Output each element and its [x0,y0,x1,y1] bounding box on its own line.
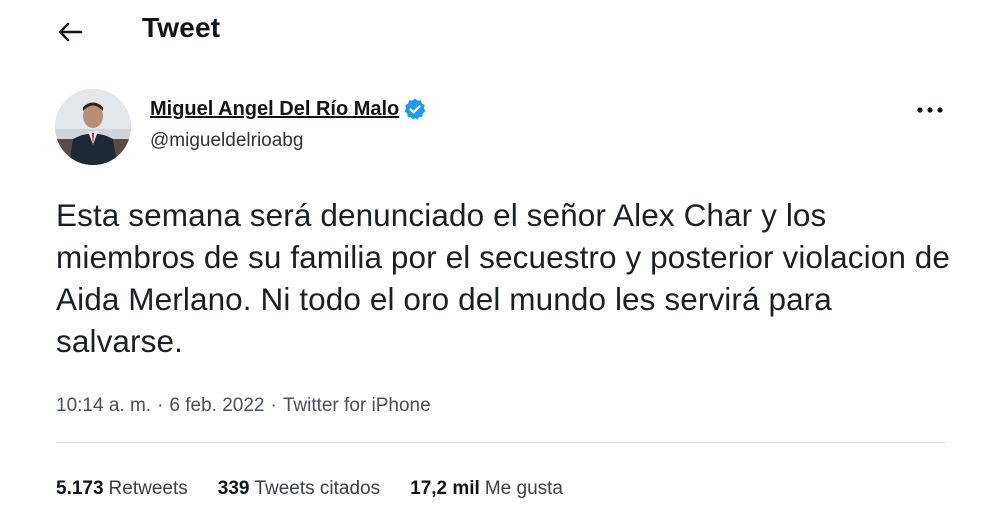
tweet-stats: 5.173 Retweets 339 Tweets citados 17,2 m… [56,478,563,500]
divider [56,442,946,443]
quote-tweets-stat[interactable]: 339 Tweets citados [218,478,380,500]
back-button[interactable] [52,14,88,50]
page-title: Tweet [142,12,221,43]
likes-count: 17,2 mil [410,478,480,499]
profile-photo [55,89,131,165]
likes-label: Me gusta [484,478,563,499]
verified-badge-icon [403,97,427,121]
tweet-date[interactable]: 6 feb. 2022 [169,395,264,417]
top-bar: Tweet [0,0,1000,60]
tweet-time[interactable]: 10:14 a. m. [56,395,151,417]
meta-separator: · [270,395,277,416]
tweet-text: Esta semana será denunciado el señor Ale… [56,197,951,359]
quote-tweets-count: 339 [217,478,250,499]
tweet-meta: 10:14 a. m. · 6 feb. 2022 · Twitter for … [56,395,431,417]
author-name-row: Miguel Angel Del Río Malo [150,96,427,122]
more-options-button[interactable] [912,96,948,124]
retweets-label: Retweets [108,478,188,499]
author-handle[interactable]: @migueldelrioabg [150,130,303,152]
more-horizontal-icon [917,107,943,113]
meta-separator: · [157,395,164,416]
retweets-stat[interactable]: 5.173 Retweets [56,478,188,500]
arrow-left-icon [58,22,83,42]
tweet-source[interactable]: Twitter for iPhone [283,395,431,417]
author-name[interactable]: Miguel Angel Del Río Malo [150,98,399,121]
retweets-count: 5.173 [56,478,104,499]
likes-stat[interactable]: 17,2 mil Me gusta [410,478,563,500]
avatar[interactable] [55,89,131,165]
quote-tweets-label: Tweets citados [254,478,381,499]
